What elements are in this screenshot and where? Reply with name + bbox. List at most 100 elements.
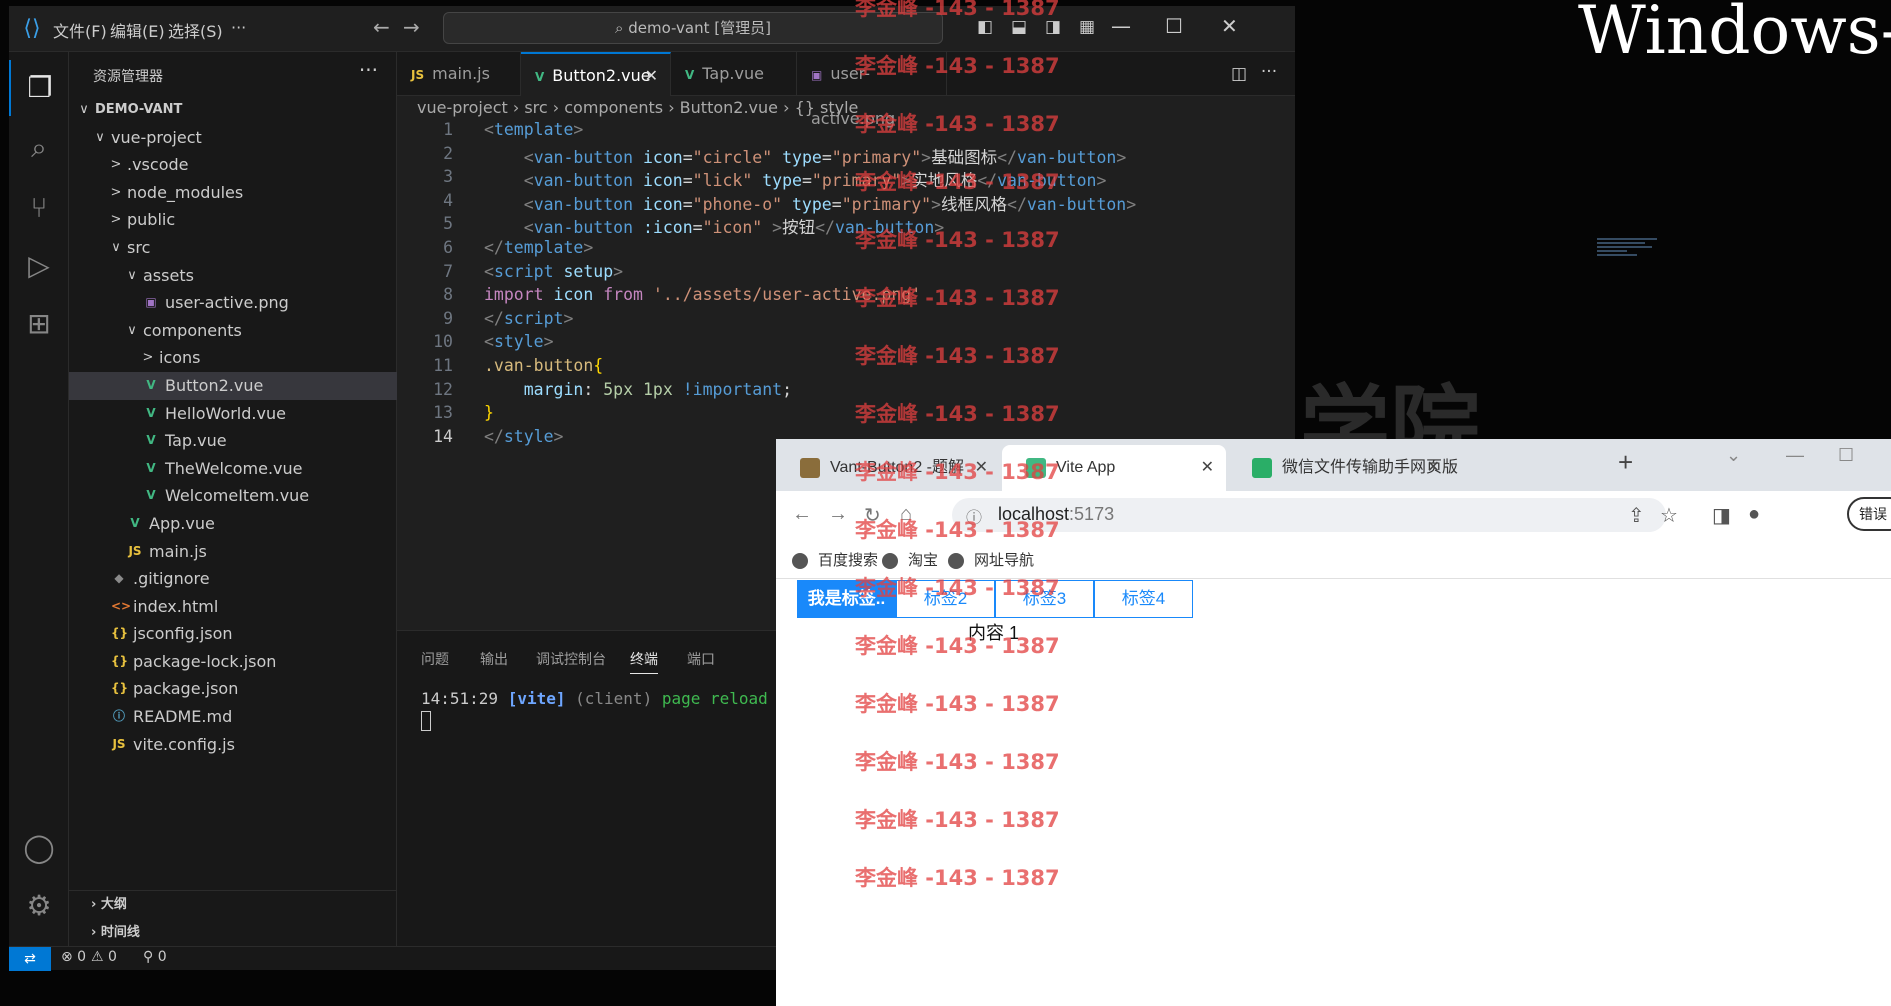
bookmark-item[interactable]: 淘宝 [882, 549, 938, 570]
tree-item[interactable]: <> index.html [69, 593, 397, 621]
warnings-count[interactable]: ⚠ 0 [91, 949, 117, 965]
code-line[interactable]: </script> [484, 309, 573, 328]
browser-tab[interactable]: 微信文件传输助手网页版 ✕ [1228, 445, 1458, 491]
tree-item[interactable]: JS vite.config.js [69, 731, 397, 759]
new-tab-button[interactable]: + [1618, 447, 1633, 478]
tree-item[interactable]: ∨ components [69, 317, 397, 345]
panel-tab[interactable]: 终端 [630, 649, 658, 674]
code-line[interactable]: <template> [484, 120, 583, 139]
ports-count[interactable]: ⚲ 0 [143, 949, 167, 965]
customize-layout-icon[interactable]: ▦ [1077, 17, 1097, 37]
tree-item[interactable]: V Button2.vue [69, 371, 397, 400]
tree-item[interactable]: {} jsconfig.json [69, 620, 397, 648]
profile-avatar-icon[interactable]: ● [1748, 503, 1760, 526]
code-line[interactable]: .van-button{ [484, 356, 603, 375]
outline-header[interactable]: › 大纲 [69, 891, 397, 919]
tree-item[interactable]: ∨ src [69, 234, 397, 262]
title-bar: ⟨⟩ 文件(F) 编辑(E) 选择(S) ··· ← → ⌕ demo-vant… [9, 6, 1295, 52]
tree-item[interactable]: ∨ assets [69, 262, 397, 290]
remote-icon[interactable]: ⇄ [9, 947, 51, 971]
gear-icon[interactable]: ⚙ [9, 878, 69, 934]
source-control-icon[interactable]: ⑂ [9, 180, 69, 236]
close-window-icon[interactable]: ✕ [1221, 14, 1238, 38]
tree-item[interactable]: {} package-lock.json [69, 648, 397, 676]
tree-item[interactable]: > .vscode [69, 151, 397, 179]
maximize-icon[interactable]: ☐ [1165, 14, 1183, 38]
panel-tab[interactable]: 问题 [421, 649, 449, 669]
code-line[interactable]: <script setup> [484, 262, 623, 281]
panel-tab[interactable]: 调试控制台 [536, 649, 606, 669]
favicon-icon [1252, 457, 1272, 478]
line-number: 14 [433, 426, 453, 446]
back-icon[interactable]: ← [792, 503, 812, 526]
errors-count[interactable]: ⊗ 0 [61, 949, 86, 965]
editor-tab[interactable]: V Tap.vue [671, 52, 797, 96]
tree-item[interactable]: > icons [69, 344, 397, 372]
minimize-icon[interactable]: — [1111, 14, 1131, 38]
menu-select[interactable]: 选择(S) [168, 18, 223, 42]
explorer-icon[interactable]: ❐ [9, 60, 69, 116]
tree-item[interactable]: ⓘ README.md [69, 703, 397, 731]
editor-tab[interactable]: V Button2.vue ✕ [521, 52, 671, 96]
tree-item-label: Button2.vue [165, 375, 264, 395]
vant-tab[interactable]: 标签4 [1094, 580, 1193, 618]
run-debug-icon[interactable]: ▷ [9, 238, 69, 294]
menu-edit[interactable]: 编辑(E) [110, 18, 165, 42]
forward-arrow-icon[interactable]: → [403, 15, 420, 39]
tree-item[interactable]: ∨ vue-project [69, 124, 397, 152]
forward-icon[interactable]: → [828, 503, 848, 526]
back-arrow-icon[interactable]: ← [373, 15, 390, 39]
tree-item[interactable]: {} package.json [69, 675, 397, 703]
error-button[interactable]: 错误 [1847, 497, 1891, 531]
code-line[interactable]: </style> [484, 427, 563, 446]
tree-item[interactable]: V Tap.vue [69, 427, 397, 455]
split-editor-icon[interactable]: ◫ [1229, 64, 1249, 84]
tree-item[interactable]: V WelcomeItem.vue [69, 482, 397, 510]
tree-item[interactable]: > public [69, 206, 397, 234]
file-type-icon: ▣ [811, 68, 823, 82]
menu-file[interactable]: 文件(F) [53, 18, 107, 42]
account-icon[interactable]: ◯ [9, 820, 69, 876]
tree-item[interactable]: ◆ .gitignore [69, 565, 397, 593]
terminal-output[interactable]: 14:51:29 [vite] (client) page reload src… [421, 689, 816, 708]
tree-item[interactable]: V TheWelcome.vue [69, 455, 397, 483]
sidebar-panel-icon[interactable]: ◨ [1712, 503, 1731, 528]
share-icon[interactable]: ⇪ [1628, 503, 1645, 528]
editor-more-icon[interactable]: ··· [1259, 62, 1279, 82]
code-line[interactable]: } [484, 403, 494, 422]
close-tab-icon[interactable]: ✕ [645, 54, 658, 98]
tree-item[interactable]: ▣ user-active.png [69, 289, 397, 317]
close-tab-icon[interactable]: ✕ [1427, 445, 1440, 491]
code-line[interactable]: <style> [484, 332, 554, 351]
watermark-text: 李金峰 -143 - 1387 [855, 750, 1060, 774]
tree-item[interactable]: > node_modules [69, 179, 397, 207]
bookmark-item[interactable]: 网址导航 [948, 549, 1034, 570]
extensions-icon[interactable]: ⊞ [9, 296, 69, 352]
chevron-icon: ∨ [95, 129, 105, 145]
code-line[interactable]: </template> [484, 238, 593, 257]
tree-item-label: index.html [133, 596, 219, 616]
browser-maximize-icon[interactable]: ☐ [1838, 445, 1854, 466]
tree-item[interactable]: JS main.js [69, 538, 397, 566]
panel-tab[interactable]: 端口 [687, 649, 715, 669]
breadcrumb[interactable]: vue-project › src › components › Button2… [417, 98, 858, 117]
tab-search-icon[interactable]: ⌄ [1726, 445, 1741, 466]
tree-item[interactable]: V App.vue [69, 510, 397, 538]
menu-more[interactable]: ··· [231, 18, 246, 37]
minimap[interactable] [1597, 238, 1667, 268]
tree-item[interactable]: V HelloWorld.vue [69, 400, 397, 428]
code-line[interactable]: <van-button icon="circle" type="primary"… [484, 144, 1127, 168]
panel-tab[interactable]: 输出 [480, 649, 508, 669]
close-tab-icon[interactable]: ✕ [1201, 445, 1214, 491]
editor-tab[interactable]: JS main.js [397, 52, 521, 96]
search-icon[interactable]: ⌕ [9, 120, 69, 176]
timeline-header[interactable]: › 时间线 [69, 919, 397, 947]
code-line[interactable]: margin: 5px 1px !important; [484, 380, 792, 399]
vue-file-icon: V [146, 488, 156, 503]
tree-item[interactable]: ∨ DEMO-VANT [69, 96, 397, 124]
browser-minimize-icon[interactable]: — [1786, 445, 1804, 466]
line-number: 9 [443, 308, 453, 328]
star-icon[interactable]: ☆ [1660, 503, 1678, 528]
bookmark-item[interactable]: 百度搜索 [792, 549, 878, 570]
explorer-more-icon[interactable]: ··· [359, 58, 378, 82]
